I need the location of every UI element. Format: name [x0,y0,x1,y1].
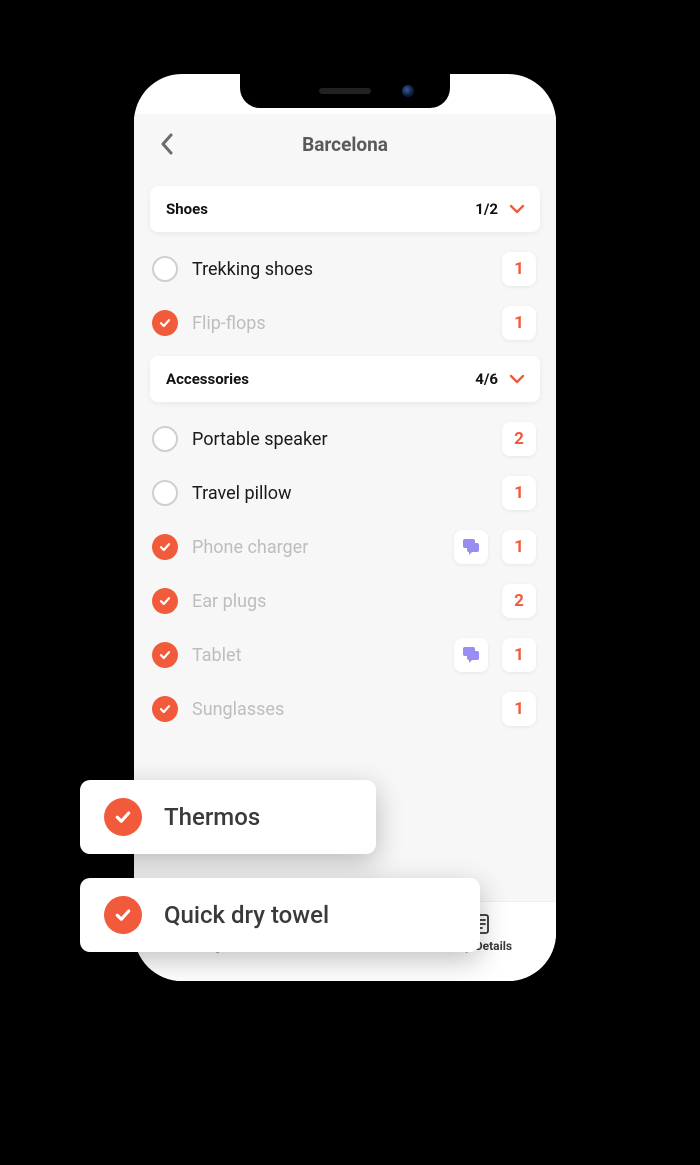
float-card-towel: Quick dry towel [80,878,480,952]
checkbox-checked[interactable] [152,534,178,560]
checkbox-checked[interactable] [152,588,178,614]
item-label: Thermos [164,803,260,831]
quantity-badge[interactable]: 1 [502,530,536,564]
list-item[interactable]: Phone charger 1 [150,520,540,574]
comment-icon [461,537,481,557]
item-label: Sunglasses [192,699,488,720]
section-title: Shoes [166,200,208,218]
notch-camera [402,85,414,97]
check-icon [158,316,172,330]
checkbox-checked[interactable] [104,798,142,836]
section-count: 1/2 [475,200,498,218]
item-label: Quick dry towel [164,901,329,929]
check-icon [113,905,133,925]
checkbox-checked[interactable] [152,310,178,336]
item-label: Trekking shoes [192,259,488,280]
quantity-badge[interactable]: 2 [502,584,536,618]
page-title: Barcelona [302,133,388,156]
check-icon [158,702,172,716]
comment-badge[interactable] [454,530,488,564]
quantity-badge[interactable]: 2 [502,422,536,456]
checkbox-unchecked[interactable] [152,426,178,452]
section-header-shoes[interactable]: Shoes 1/2 [150,186,540,232]
phone-notch [240,74,450,108]
list-item[interactable]: Travel pillow 1 [150,466,540,520]
chevron-down-icon [508,200,526,218]
list-item[interactable]: Ear plugs 2 [150,574,540,628]
notch-speaker [319,88,371,94]
check-icon [113,807,133,827]
checkbox-checked[interactable] [104,896,142,934]
check-icon [158,540,172,554]
item-label: Flip-flops [192,313,488,334]
check-icon [158,648,172,662]
item-label: Ear plugs [192,591,488,612]
checkbox-checked[interactable] [152,642,178,668]
list-item[interactable]: Portable speaker 2 [150,412,540,466]
quantity-badge[interactable]: 1 [502,476,536,510]
list-item[interactable]: Tablet 1 [150,628,540,682]
item-label: Travel pillow [192,483,488,504]
list-item[interactable]: Sunglasses 1 [150,682,540,736]
checkbox-checked[interactable] [152,696,178,722]
section-header-right: 4/6 [475,370,526,388]
quantity-badge[interactable]: 1 [502,306,536,340]
section-header-accessories[interactable]: Accessories 4/6 [150,356,540,402]
quantity-badge[interactable]: 1 [502,638,536,672]
check-icon [158,594,172,608]
app-header: Barcelona [134,114,556,174]
comment-badge[interactable] [454,638,488,672]
item-label: Phone charger [192,537,440,558]
item-label: Tablet [192,645,440,666]
float-card-thermos: Thermos [80,780,376,854]
checkbox-unchecked[interactable] [152,480,178,506]
quantity-badge[interactable]: 1 [502,692,536,726]
back-button[interactable] [152,129,182,159]
phone-frame: Barcelona Shoes 1/2 Trekking shoes [120,60,570,995]
list-item[interactable]: Flip-flops 1 [150,296,540,350]
comment-icon [461,645,481,665]
section-title: Accessories [166,370,249,388]
chevron-left-icon [160,133,174,155]
checkbox-unchecked[interactable] [152,256,178,282]
quantity-badge[interactable]: 1 [502,252,536,286]
section-count: 4/6 [475,370,498,388]
list-item[interactable]: Trekking shoes 1 [150,242,540,296]
item-label: Portable speaker [192,429,488,450]
chevron-down-icon [508,370,526,388]
section-header-right: 1/2 [475,200,526,218]
